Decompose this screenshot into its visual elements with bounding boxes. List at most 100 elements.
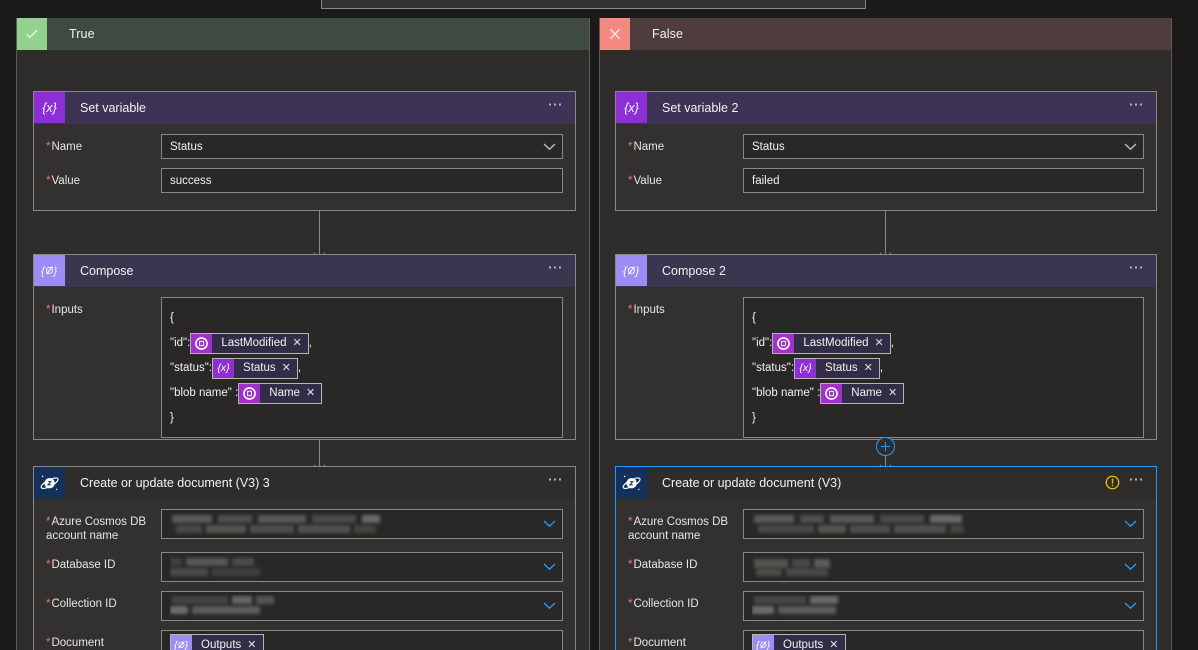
card-compose-2-body: *Inputs { "id": LastModified ✕ , "status… <box>616 287 1156 459</box>
compose-token-icon: {} <box>171 635 192 650</box>
field-database-id-row: *Database ID <box>628 552 1144 582</box>
token-chip-lastmodified[interactable]: LastModified ✕ <box>772 331 891 356</box>
field-document-input[interactable]: {} Outputs ✕ <box>743 630 1144 650</box>
card-set-variable-2[interactable]: {x} Set variable 2 ⋯ *Name Status *Value… <box>615 91 1157 211</box>
token-chip-name[interactable]: Name ✕ <box>820 381 905 406</box>
scope-true-header[interactable]: True <box>17 18 589 50</box>
field-account-name-label: *Azure Cosmos DB account name <box>46 516 147 542</box>
field-document-row: *Document {} Outputs ✕ <box>46 630 563 650</box>
field-database-id-label: *Database ID <box>46 559 116 571</box>
scope-false-header[interactable]: False <box>600 18 1171 50</box>
field-name-input[interactable]: Status <box>743 134 1144 159</box>
blob-token-icon <box>191 334 213 353</box>
token-chip-lastmodified[interactable]: LastModified ✕ <box>190 331 309 356</box>
variable-token-icon: {x} <box>795 359 817 378</box>
token-chip-outputs[interactable]: {} Outputs ✕ <box>752 634 846 650</box>
required-marker: * <box>628 516 633 528</box>
token-chip-label: Outputs <box>201 638 242 650</box>
token-chip-name[interactable]: Name ✕ <box>238 381 323 406</box>
token-remove-icon[interactable]: ✕ <box>864 356 879 381</box>
token-remove-icon[interactable]: ✕ <box>888 381 903 406</box>
field-document-input[interactable]: {} Outputs ✕ <box>161 630 563 650</box>
card-create-or-update-document-3-body: *Azure Cosmos DB account name *Database … <box>34 499 575 650</box>
compose-icon: {} <box>616 255 647 286</box>
redacted-value <box>170 513 536 535</box>
token-remove-icon[interactable]: ✕ <box>875 331 890 356</box>
field-inputs-editor[interactable]: { "id": LastModified ✕ , "status": {x}… <box>743 297 1144 438</box>
card-create-or-update-document-3[interactable]: Create or update document (V3) 3 ⋯ *Azur… <box>33 466 576 650</box>
card-create-or-update-document-3-header[interactable]: Create or update document (V3) 3 ⋯ <box>34 467 575 499</box>
field-document-row: *Document {} Outputs ✕ <box>628 630 1144 650</box>
svg-text:}: } <box>766 640 771 650</box>
info-icon[interactable] <box>1105 475 1120 490</box>
redacted-value <box>170 595 536 617</box>
required-marker: * <box>46 598 51 610</box>
card-create-or-update-document[interactable]: Create or update document (V3) ⋯ *Azure … <box>615 466 1157 650</box>
card-set-variable-2-menu-icon[interactable]: ⋯ <box>1129 97 1146 116</box>
required-marker: * <box>628 598 633 610</box>
card-set-variable-header[interactable]: {x} Set variable ⋯ <box>34 92 575 124</box>
token-line: "blob name" : Name ✕ <box>170 381 554 406</box>
card-compose-2-header[interactable]: {} Compose 2 ⋯ <box>616 255 1156 287</box>
card-compose-header[interactable]: {} Compose ⋯ <box>34 255 575 287</box>
blob-token-icon <box>239 384 261 403</box>
token-remove-icon[interactable]: ✕ <box>282 356 297 381</box>
required-marker: * <box>628 304 633 316</box>
insert-new-step-button[interactable] <box>876 437 895 456</box>
field-account-name-input[interactable] <box>743 509 1144 539</box>
token-remove-icon[interactable]: ✕ <box>829 638 844 650</box>
check-icon <box>17 18 47 50</box>
logic-app-designer-canvas: True {x} Set variable ⋯ *Name Status *Va… <box>0 0 1198 650</box>
token-line: { <box>752 312 756 324</box>
card-set-variable[interactable]: {x} Set variable ⋯ *Name Status *Value s… <box>33 91 576 211</box>
card-set-variable-menu-icon[interactable]: ⋯ <box>548 97 565 116</box>
card-create-or-update-document-menu-icon[interactable]: ⋯ <box>1129 472 1146 491</box>
token-chip-outputs[interactable]: {} Outputs ✕ <box>170 634 264 650</box>
field-collection-id-row: *Collection ID <box>628 591 1144 621</box>
card-create-or-update-document-3-menu-icon[interactable]: ⋯ <box>548 472 565 491</box>
token-remove-icon[interactable]: ✕ <box>293 331 308 356</box>
field-collection-id-row: *Collection ID <box>46 591 563 621</box>
field-account-name-input[interactable] <box>161 509 563 539</box>
token-line: "id": LastModified ✕ , <box>752 331 1135 356</box>
field-value-input[interactable]: failed <box>743 168 1144 193</box>
svg-text:{: { <box>623 266 628 278</box>
svg-text:{: { <box>41 266 46 278</box>
required-marker: * <box>628 637 633 649</box>
field-name-label: *Name <box>46 141 83 153</box>
field-value-input[interactable]: success <box>161 168 563 193</box>
variable-token-icon: {x} <box>213 359 235 378</box>
field-name-input[interactable]: Status <box>161 134 563 159</box>
required-marker: * <box>628 141 633 153</box>
field-database-id-input[interactable] <box>161 552 563 582</box>
field-name-label: *Name <box>628 141 665 153</box>
token-line: "status": {x} Status ✕ , <box>752 356 1135 381</box>
redacted-value <box>752 595 1117 617</box>
field-value-label: *Value <box>628 175 663 187</box>
field-database-id-input[interactable] <box>743 552 1144 582</box>
required-marker: * <box>46 304 51 316</box>
card-set-variable-title: Set variable <box>80 100 147 115</box>
token-line: } <box>170 412 174 424</box>
card-compose-body: *Inputs { "id": LastModified ✕ , "status… <box>34 287 575 459</box>
field-collection-id-label: *Collection ID <box>628 598 699 610</box>
redacted-value <box>752 556 1117 578</box>
token-chip-status[interactable]: {x} Status ✕ <box>212 358 298 379</box>
field-collection-id-input[interactable] <box>743 591 1144 621</box>
token-chip-label: Status <box>243 362 276 374</box>
token-remove-icon[interactable]: ✕ <box>306 381 321 406</box>
scope-true: True {x} Set variable ⋯ *Name Status *Va… <box>16 18 590 650</box>
card-set-variable-2-header[interactable]: {x} Set variable 2 ⋯ <box>616 92 1156 124</box>
card-compose-menu-icon[interactable]: ⋯ <box>548 260 565 279</box>
token-chip-status[interactable]: {x} Status ✕ <box>794 358 880 379</box>
field-collection-id-input[interactable] <box>161 591 563 621</box>
card-compose-2-menu-icon[interactable]: ⋯ <box>1129 260 1146 279</box>
field-value-row: *Value failed <box>628 168 1144 193</box>
token-remove-icon[interactable]: ✕ <box>247 638 262 650</box>
field-database-id-label: *Database ID <box>628 559 698 571</box>
svg-text:{: { <box>756 640 761 650</box>
card-create-or-update-document-header[interactable]: Create or update document (V3) ⋯ <box>616 467 1156 499</box>
card-compose-2[interactable]: {} Compose 2 ⋯ *Inputs {"id": LastModif… <box>615 254 1157 440</box>
field-inputs-editor[interactable]: { "id": LastModified ✕ , "status": {x}… <box>161 297 563 438</box>
card-compose[interactable]: {} Compose ⋯ *Inputs { "id": LastModifie… <box>33 254 576 440</box>
